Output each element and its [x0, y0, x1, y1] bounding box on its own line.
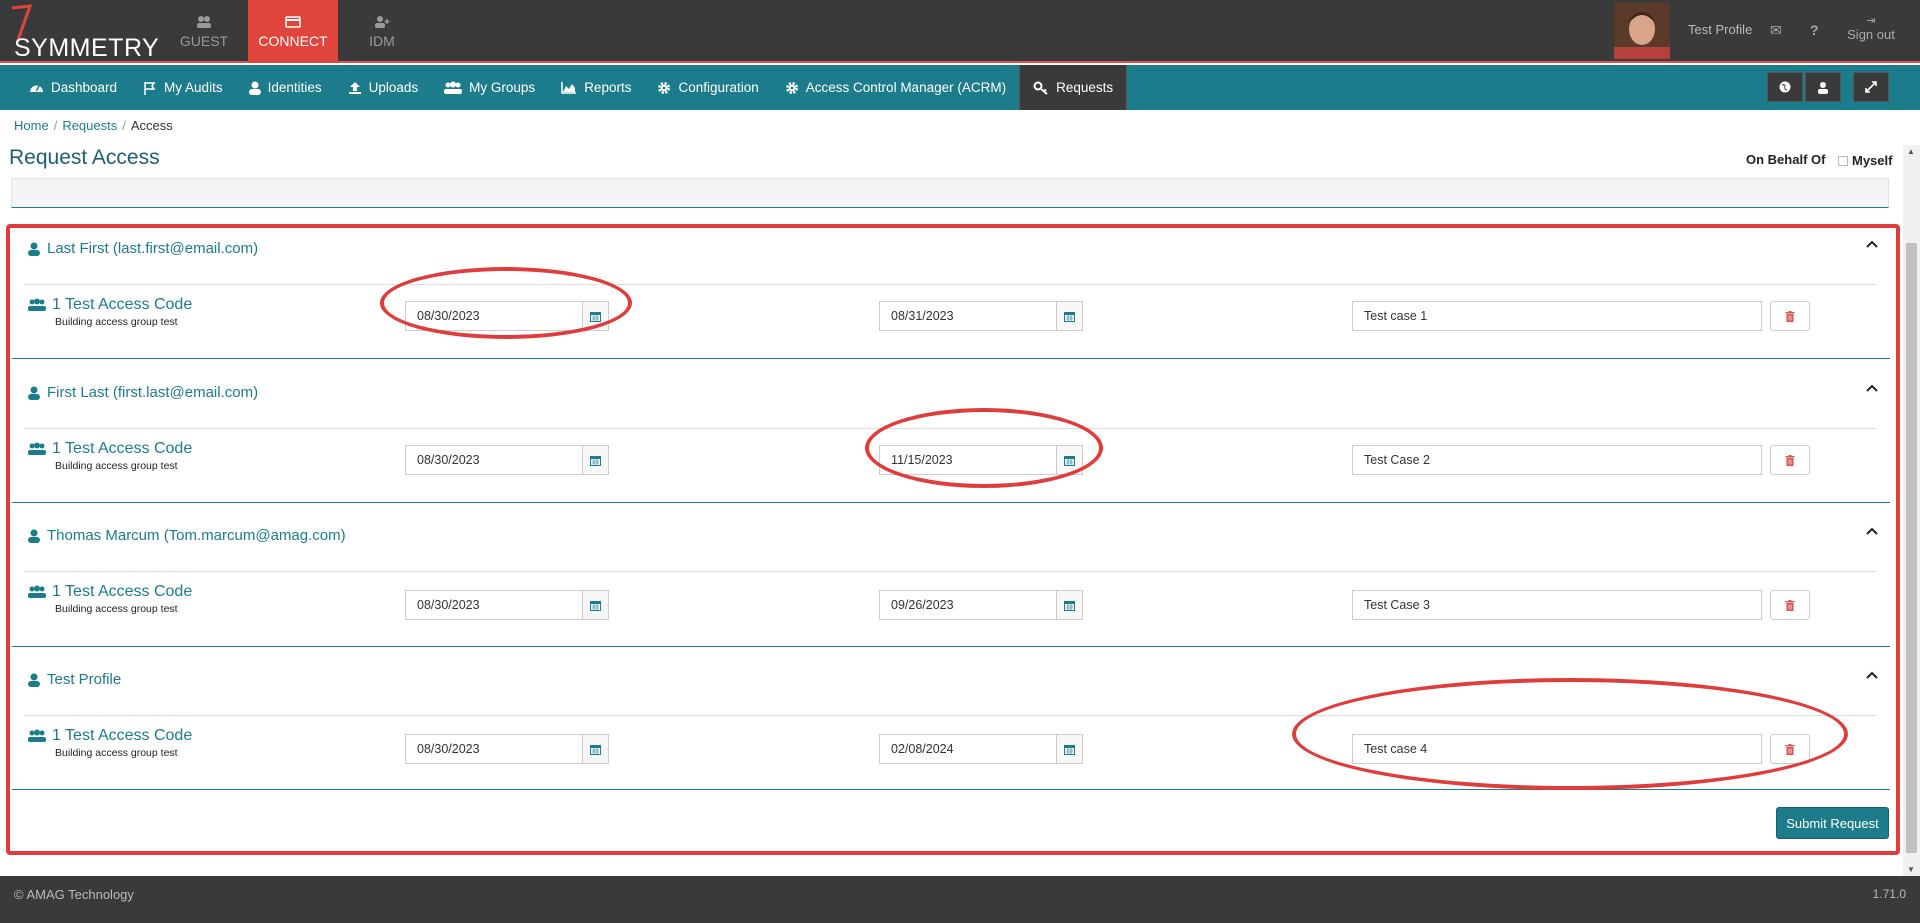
breadcrumb-current: Access: [130, 118, 173, 133]
scroll-down-arrow-icon[interactable]: ▼: [1907, 865, 1915, 874]
breadcrumb-home[interactable]: Home: [14, 118, 49, 133]
checkbox-box[interactable]: [1838, 155, 1848, 166]
nav-dashboard-label: Dashboard: [51, 80, 118, 95]
nav-my-groups[interactable]: My Groups: [431, 65, 548, 110]
topnav-idm-label: IDM: [369, 33, 395, 49]
sign-out-label: Sign out: [1847, 27, 1895, 42]
breadcrumb-separator: /: [53, 118, 58, 133]
annotation-ellipse: [865, 408, 1103, 488]
topnav-guest-label: GUEST: [179, 33, 229, 49]
breadcrumb-separator: /: [122, 118, 126, 133]
user-plus-icon: [375, 16, 390, 28]
globe-icon: [1779, 81, 1791, 93]
upload-icon: [348, 81, 361, 94]
submit-request-button[interactable]: Submit Request: [1776, 807, 1889, 839]
gear-icon: [658, 81, 671, 94]
scroll-up-arrow-icon[interactable]: ▲: [1907, 147, 1915, 156]
nav-uploads-label: Uploads: [368, 80, 419, 95]
sign-out-button[interactable]: ⇥ Sign out: [1846, 14, 1896, 42]
topnav-connect-label: CONNECT: [258, 33, 328, 49]
nav-reports[interactable]: Reports: [548, 65, 644, 110]
expand-icon: [1865, 81, 1877, 93]
nav-configuration-label: Configuration: [678, 80, 759, 95]
top-nav: GUEST CONNECT IDM: [160, 0, 426, 63]
nav-dashboard[interactable]: Dashboard: [16, 65, 130, 110]
topnav-connect[interactable]: CONNECT: [248, 0, 338, 63]
nav-acrm-label: Access Control Manager (ACRM): [805, 80, 1007, 95]
user-lock-button[interactable]: [1805, 72, 1841, 102]
nav-my-audits[interactable]: My Audits: [130, 65, 236, 110]
topnav-guest[interactable]: GUEST: [160, 0, 248, 63]
scrollbar[interactable]: ▲ ▼: [1903, 145, 1920, 876]
nav-uploads[interactable]: Uploads: [335, 65, 432, 110]
nav-acrm[interactable]: Access Control Manager (ACRM): [772, 65, 1019, 110]
search-panel: [11, 178, 1889, 208]
symmetry-logo[interactable]: SYMMETRY: [8, 4, 159, 62]
dashboard-icon: [30, 85, 43, 92]
nav-reports-label: Reports: [584, 80, 632, 95]
logo-text: SYMMETRY: [14, 34, 160, 62]
avatar[interactable]: [1614, 3, 1670, 59]
envelope-icon[interactable]: ✉: [1770, 22, 1782, 39]
area-chart-icon: [561, 82, 577, 94]
nav-my-audits-label: My Audits: [164, 80, 223, 95]
nav-configuration[interactable]: Configuration: [644, 65, 771, 110]
globe-button[interactable]: [1767, 72, 1803, 102]
nav-requests[interactable]: Requests: [1019, 65, 1128, 110]
myself-label: Myself: [1852, 153, 1893, 168]
footer-version: 1.71.0: [1872, 887, 1906, 901]
gear-icon: [785, 81, 798, 94]
nav-requests-label: Requests: [1056, 80, 1114, 95]
footer-copyright: © AMAG Technology: [14, 887, 134, 902]
profile-name[interactable]: Test Profile: [1688, 22, 1752, 37]
nav-my-groups-label: My Groups: [469, 80, 536, 95]
nav-identities[interactable]: Identities: [236, 65, 335, 110]
user-icon: [248, 81, 261, 95]
key-icon: [1033, 81, 1048, 95]
sign-out-icon: ⇥: [1866, 15, 1876, 27]
breadcrumb: Home / Requests / Access: [14, 118, 173, 133]
flag-icon: [144, 81, 156, 95]
myself-checkbox[interactable]: Myself: [1838, 153, 1892, 168]
annotation-ellipse: [1292, 678, 1848, 790]
scrollbar-thumb[interactable]: [1906, 243, 1917, 853]
group-icon: [444, 81, 463, 94]
fullscreen-button[interactable]: [1853, 72, 1889, 102]
card-icon: [285, 16, 301, 28]
user-secret-icon: [1818, 81, 1828, 94]
users-icon: [197, 16, 211, 28]
nav-identities-label: Identities: [267, 80, 322, 95]
main-nav: Dashboard My Audits Identities Uploads M…: [0, 65, 1920, 110]
topnav-idm[interactable]: IDM: [338, 0, 426, 63]
on-behalf-of-label: On Behalf Of: [1746, 152, 1826, 167]
top-header: SYMMETRY GUEST CONNECT IDM Test Profile …: [0, 0, 1920, 63]
breadcrumb-requests[interactable]: Requests: [62, 118, 117, 133]
footer: © AMAG Technology 1.71.0: [0, 876, 1920, 923]
annotation-ellipse: [380, 267, 632, 339]
avatar-image: [1614, 3, 1670, 59]
page-title: Request Access: [9, 146, 160, 169]
help-icon[interactable]: ?: [1810, 22, 1819, 38]
